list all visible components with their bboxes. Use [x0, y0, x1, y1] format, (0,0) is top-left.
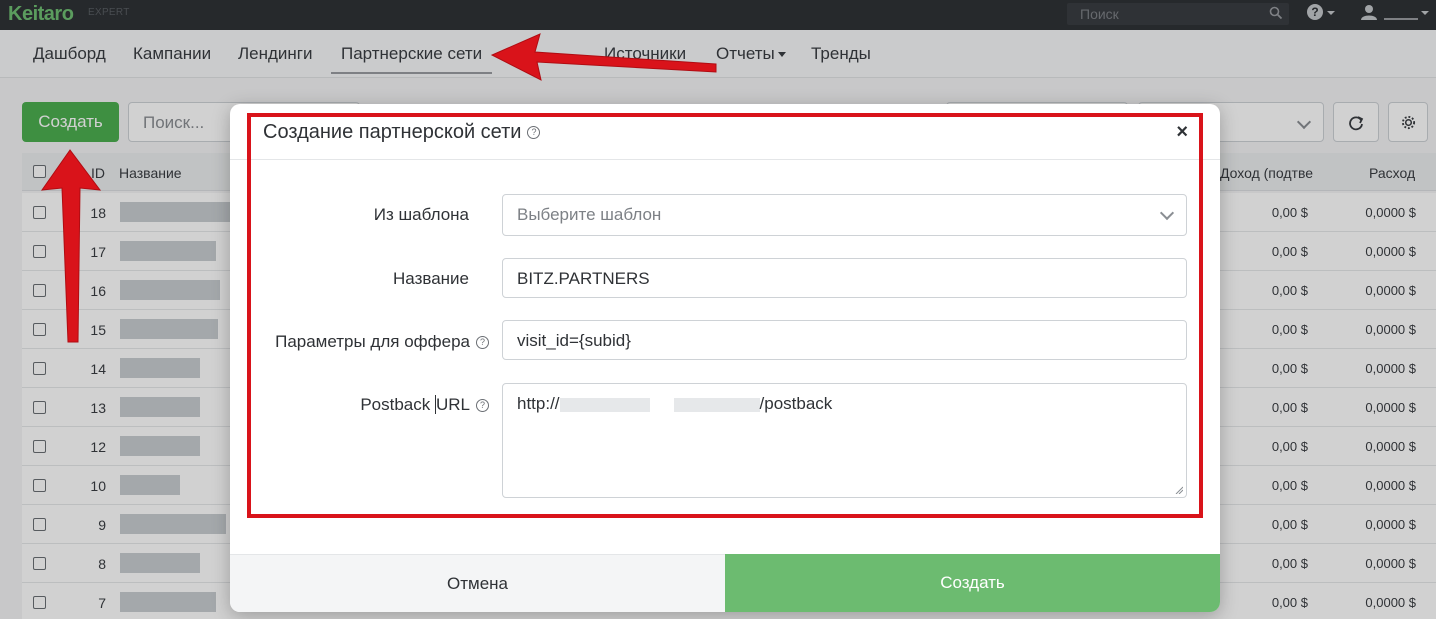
arrow-to-create-button	[40, 149, 102, 343]
annotation-arrows	[40, 33, 717, 343]
arrow-to-nav	[490, 33, 717, 81]
